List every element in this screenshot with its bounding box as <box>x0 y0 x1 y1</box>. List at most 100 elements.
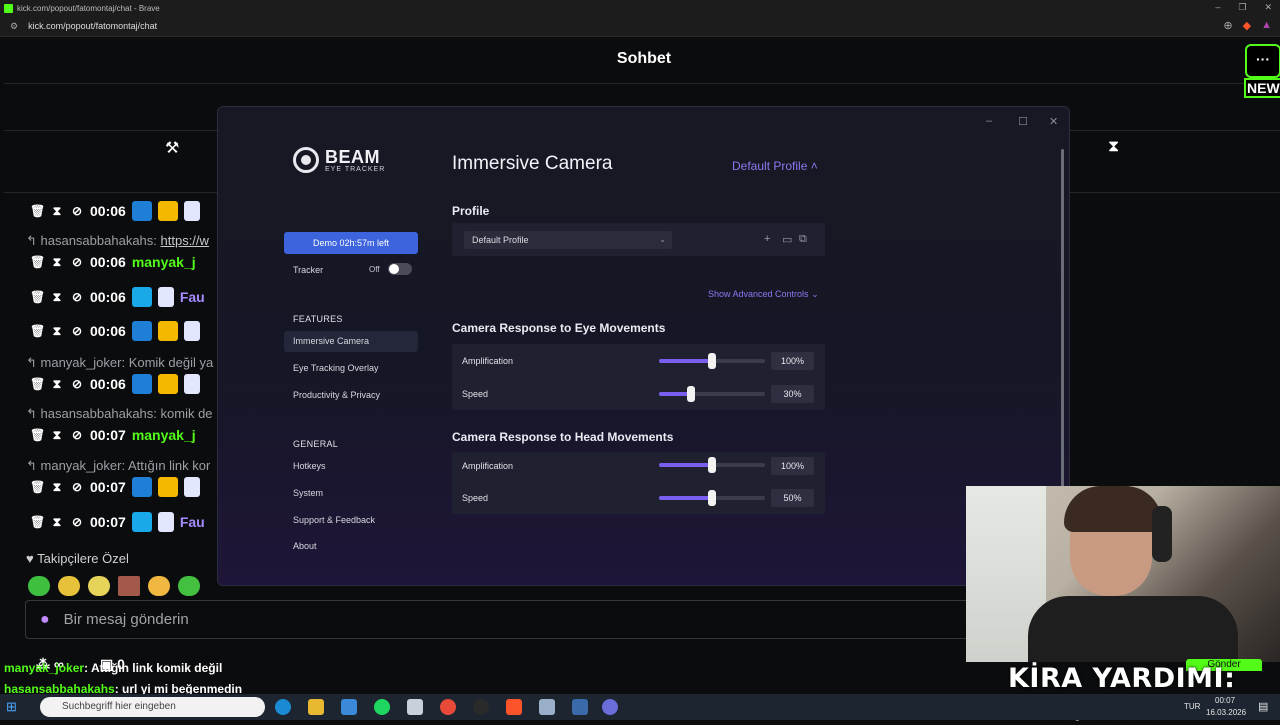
chat-message-input[interactable]: ● Bir mesaj gönderin <box>25 600 975 639</box>
chat-input-placeholder[interactable]: Bir mesaj gönderin <box>64 611 189 628</box>
timeout-icon[interactable]: ⊘ <box>70 515 84 529</box>
add-profile-icon[interactable]: + <box>764 233 770 245</box>
beam-taskbar-icon[interactable] <box>602 699 618 715</box>
trash-icon[interactable]: 🗑 <box>30 515 45 529</box>
zoom-icon[interactable]: ⊕ <box>1223 19 1232 32</box>
spotify-icon[interactable] <box>374 699 390 715</box>
calculator-icon[interactable] <box>407 699 423 715</box>
nav-about[interactable]: About <box>284 536 418 557</box>
hourglass-icon[interactable]: ⧗ <box>50 515 64 530</box>
language-indicator[interactable]: TUR <box>1184 702 1200 711</box>
minimize-icon[interactable]: – <box>1215 2 1220 13</box>
trash-icon[interactable]: 🗑 <box>30 290 45 304</box>
chat-username[interactable]: Fau <box>180 289 205 305</box>
advanced-link-text[interactable]: Show Advanced Controls <box>708 289 809 299</box>
hourglass-icon[interactable]: ⧗ <box>50 204 64 219</box>
site-settings-icon[interactable]: ⚙ <box>10 21 18 32</box>
reply-user[interactable]: hasansabbahakahs: <box>41 406 157 421</box>
search-placeholder[interactable]: Suchbegriff hier eingeben <box>62 701 176 712</box>
nav-immersive-camera[interactable]: Immersive Camera <box>284 331 418 352</box>
timeout-icon[interactable]: ⊘ <box>70 428 84 442</box>
emote-icon[interactable] <box>148 576 170 596</box>
slider-thumb[interactable] <box>708 353 716 369</box>
timeout-icon[interactable]: ⊘ <box>70 480 84 494</box>
profile-link-text[interactable]: Default Profile <box>732 159 807 173</box>
show-advanced-controls-link[interactable]: Show Advanced Controls ⌄ <box>708 289 819 300</box>
profile-dropdown-link[interactable]: Default Profile ˄ <box>732 159 818 173</box>
hourglass-icon[interactable]: ⧗ <box>50 428 64 443</box>
timeout-icon[interactable]: ⊘ <box>70 204 84 218</box>
address-bar[interactable]: ⚙ kick.com/popout/fatomontaj/chat ⊕ ◆ ▲ <box>0 16 1280 37</box>
nav-hotkeys[interactable]: Hotkeys <box>284 456 418 477</box>
eye-amplification-slider[interactable] <box>659 353 765 369</box>
microphone-icon[interactable]: ● <box>40 611 50 629</box>
trash-icon[interactable]: 🗑 <box>30 480 45 494</box>
close-icon[interactable]: ✕ <box>1049 115 1058 128</box>
timeout-icon[interactable]: ⊘ <box>70 255 84 269</box>
hourglass-icon[interactable]: ⧗ <box>50 377 64 392</box>
timeout-icon[interactable]: ⊘ <box>70 290 84 304</box>
hourglass-icon[interactable]: ⧗ <box>50 255 64 270</box>
reply-user[interactable]: manyak_joker: <box>41 355 126 370</box>
reply-user[interactable]: hasansabbahakahs: <box>41 233 157 248</box>
trash-icon[interactable]: 🗑 <box>30 428 45 442</box>
hourglass-icon[interactable]: ⧗ <box>50 324 64 339</box>
edge-icon[interactable] <box>275 699 291 715</box>
file-explorer-icon[interactable] <box>308 699 324 715</box>
head-amplification-slider[interactable] <box>659 457 765 473</box>
tracker-toggle[interactable] <box>388 263 412 275</box>
nav-support-feedback[interactable]: Support & Feedback <box>284 510 418 531</box>
clock-date[interactable]: 16.03.2026 <box>1206 708 1246 717</box>
reply-link[interactable]: https://w <box>161 233 209 248</box>
chat-username[interactable]: manyak_j <box>132 254 196 270</box>
trash-icon[interactable]: 🗑 <box>30 204 45 218</box>
hourglass-icon[interactable]: ⧗ <box>50 290 64 305</box>
emote-icon[interactable] <box>88 576 110 596</box>
clock-time[interactable]: 00:07 <box>1215 696 1235 705</box>
slider-thumb[interactable] <box>708 457 716 473</box>
eye-amplification-value[interactable]: 100% <box>771 352 814 370</box>
nav-system[interactable]: System <box>284 483 418 504</box>
slider-thumb[interactable] <box>708 490 716 506</box>
steam-icon[interactable] <box>572 699 588 715</box>
slider-thumb[interactable] <box>687 386 695 402</box>
restore-icon[interactable]: ❐ <box>1238 2 1246 13</box>
emote-icon[interactable] <box>178 576 200 596</box>
reply-user[interactable]: manyak_joker: <box>41 458 126 473</box>
scrollbar[interactable] <box>1061 149 1064 489</box>
hourglass-icon[interactable]: ⧗ <box>50 480 64 495</box>
taskbar-search[interactable]: Suchbegriff hier eingeben <box>40 697 265 717</box>
trash-icon[interactable]: 🗑 <box>30 255 45 269</box>
notification-icon[interactable]: ▤ <box>1258 700 1268 713</box>
obs-icon[interactable] <box>473 699 489 715</box>
minimize-icon[interactable]: – <box>986 115 992 127</box>
timeout-icon[interactable]: ⊘ <box>70 377 84 391</box>
emote-icon[interactable] <box>28 576 50 596</box>
chat-menu-button[interactable]: ··· <box>1245 44 1280 78</box>
chat-username[interactable]: manyak_j <box>132 427 196 443</box>
head-amplification-value[interactable]: 100% <box>771 457 814 475</box>
url-text[interactable]: kick.com/popout/fatomontaj/chat <box>28 21 157 31</box>
nav-eye-tracking-overlay[interactable]: Eye Tracking Overlay <box>284 358 418 379</box>
chat-username[interactable]: Fau <box>180 514 205 530</box>
nav-productivity-privacy[interactable]: Productivity & Privacy <box>284 385 418 406</box>
demo-button[interactable]: Demo 02h:57m left <box>284 232 418 254</box>
brave-rewards-icon[interactable]: ▲ <box>1261 19 1272 32</box>
duplicate-icon[interactable]: ⧉ <box>799 233 807 246</box>
folder-icon[interactable]: ▭ <box>782 233 792 246</box>
timeout-icon[interactable]: ⊘ <box>70 324 84 338</box>
brave-icon[interactable] <box>506 699 522 715</box>
app-icon[interactable] <box>539 699 555 715</box>
hammer-icon[interactable]: ⚒ <box>165 138 179 158</box>
profile-select-value[interactable]: Default Profile <box>472 235 529 245</box>
start-icon[interactable]: ⊞ <box>6 699 17 715</box>
eye-speed-slider[interactable] <box>659 386 765 402</box>
chrome-icon[interactable] <box>440 699 456 715</box>
trash-icon[interactable]: 🗑 <box>30 377 45 391</box>
brave-shield-icon[interactable]: ◆ <box>1243 19 1251 32</box>
trash-icon[interactable]: 🗑 <box>30 324 45 338</box>
head-speed-slider[interactable] <box>659 490 765 506</box>
profile-select[interactable]: Default Profile ⌄ <box>464 231 672 249</box>
head-speed-value[interactable]: 50% <box>771 489 814 507</box>
store-icon[interactable] <box>341 699 357 715</box>
